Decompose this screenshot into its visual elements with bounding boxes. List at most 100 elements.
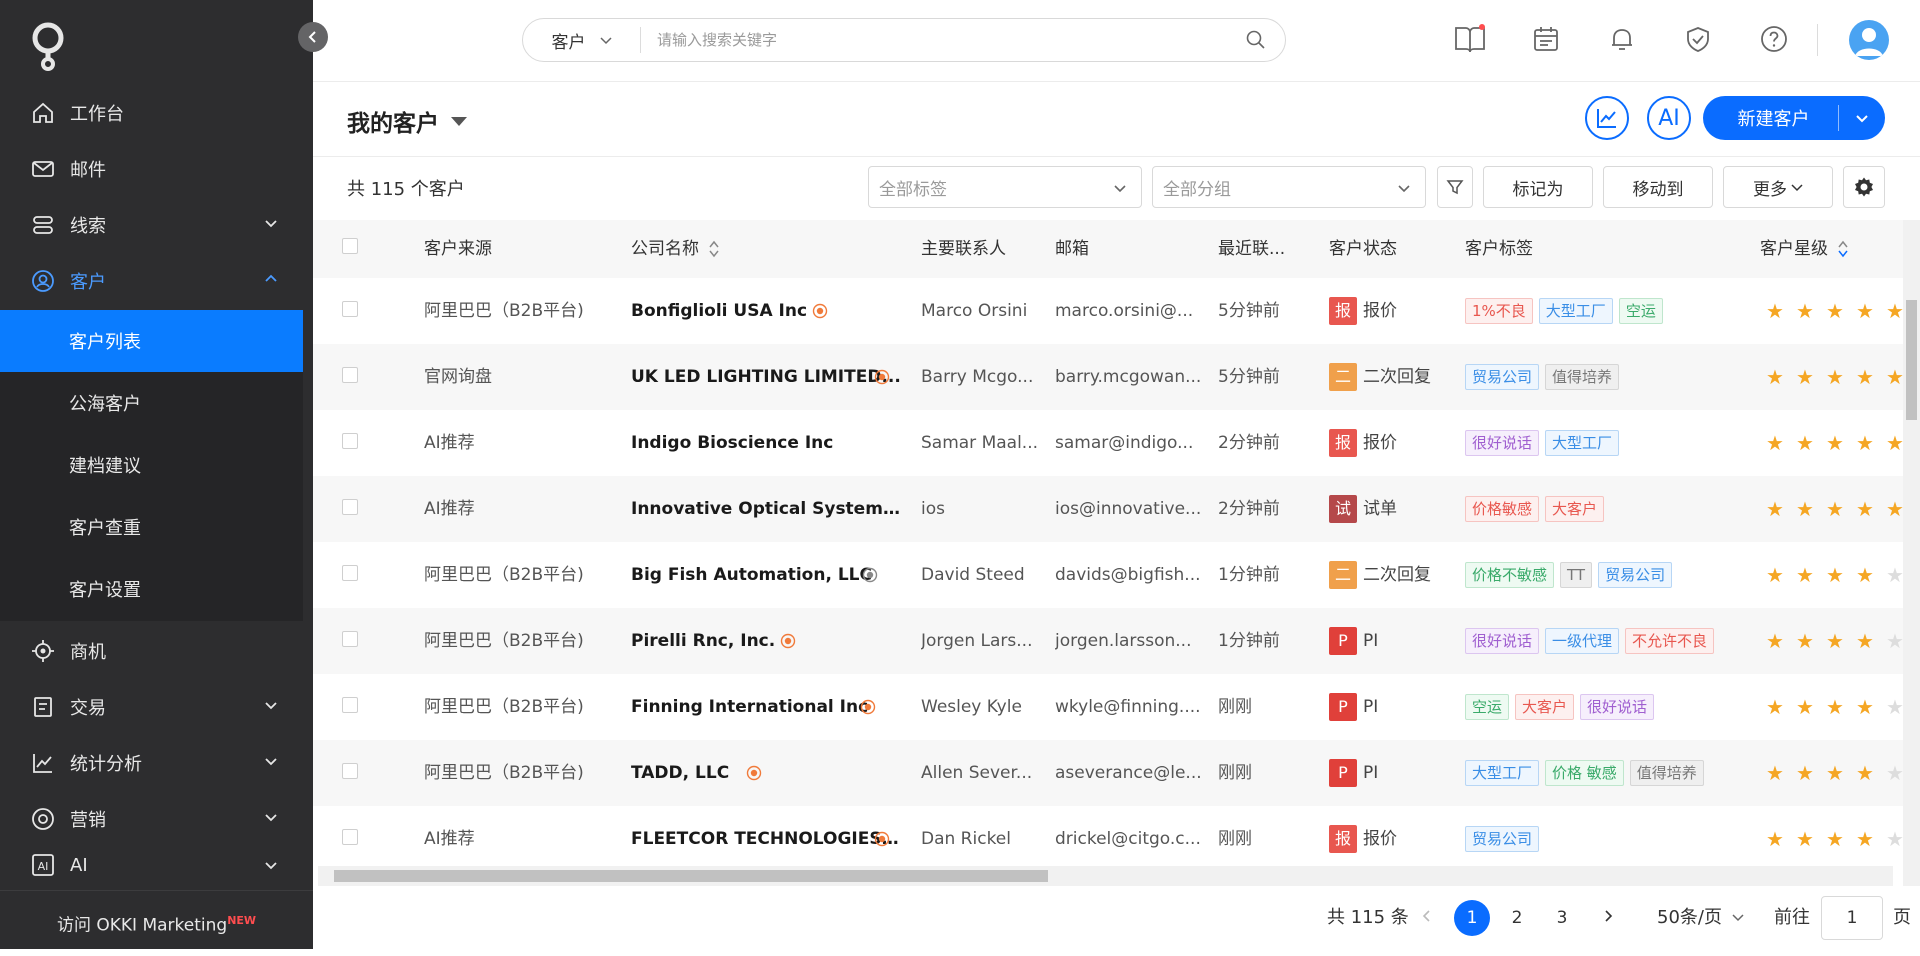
customer-tag[interactable]: 价格不敏感 xyxy=(1465,562,1555,588)
sidebar-subitem-filing-suggestions[interactable]: 建档建议 xyxy=(0,434,303,496)
cell-company[interactable]: Pirelli Rnc, Inc. xyxy=(631,608,903,674)
star-icon[interactable]: ★ xyxy=(1850,740,1880,806)
customer-tag[interactable]: 很好说话 xyxy=(1580,694,1655,720)
sidebar-subitem-duplicate-check[interactable]: 客户查重 xyxy=(0,496,303,558)
customer-tag[interactable]: 值得培养 xyxy=(1545,364,1620,390)
star-icon[interactable]: ★ xyxy=(1790,476,1820,542)
customer-tag[interactable]: 价格 敏感 xyxy=(1545,760,1624,786)
star-icon[interactable]: ★ xyxy=(1820,278,1850,344)
column-header-tags[interactable]: 客户标签 xyxy=(1465,220,1533,278)
select-all-checkbox[interactable] xyxy=(342,238,358,254)
star-icon[interactable]: ★ xyxy=(1760,476,1790,542)
star-icon[interactable]: ★ xyxy=(1820,806,1850,872)
scrollbar-thumb[interactable] xyxy=(1906,300,1917,420)
security-shield-icon[interactable] xyxy=(1681,22,1715,56)
customer-tag[interactable]: 大客户 xyxy=(1545,496,1605,522)
collapse-sidebar-button[interactable] xyxy=(298,22,328,52)
star-icon[interactable]: ★ xyxy=(1820,476,1850,542)
ai-button[interactable]: AI xyxy=(1647,96,1691,140)
sidebar-item-workbench[interactable]: 工作台 xyxy=(0,85,303,141)
star-icon[interactable]: ★ xyxy=(1790,674,1820,740)
sidebar-item-opportunity[interactable]: 商机 xyxy=(0,623,303,679)
more-button[interactable]: 更多 xyxy=(1723,166,1833,208)
cell-rating[interactable]: ★ ★ ★ ★ ★ xyxy=(1760,608,1905,674)
page-2-button[interactable]: 2 xyxy=(1499,900,1535,936)
star-icon[interactable]: ★ xyxy=(1790,608,1820,674)
cell-rating[interactable]: ★ ★ ★ ★ ★ xyxy=(1760,278,1905,344)
table-row[interactable]: 官网询盘 UK LED LIGHTING LIMITED... Barry Mcgo… xyxy=(313,344,1904,410)
customer-tag[interactable]: 很好说话 xyxy=(1465,430,1540,456)
star-icon[interactable]: ★ xyxy=(1880,542,1905,608)
star-icon[interactable]: ★ xyxy=(1790,542,1820,608)
star-icon[interactable]: ★ xyxy=(1820,542,1850,608)
sidebar-item-ai[interactable]: AI AI xyxy=(0,847,303,883)
table-row[interactable]: 阿里巴巴（B2B平台) Finning International Inc Wesl… xyxy=(313,674,1905,740)
sidebar-item-leads[interactable]: 线索 xyxy=(0,197,303,253)
group-filter-select[interactable]: 全部分组 xyxy=(1152,166,1426,208)
table-row[interactable]: 阿里巴巴（B2B平台) TADD, LLC Allen Sever... asever… xyxy=(313,740,1905,806)
settings-button[interactable] xyxy=(1843,166,1885,208)
star-icon[interactable]: ★ xyxy=(1850,476,1880,542)
star-icon[interactable]: ★ xyxy=(1760,542,1790,608)
page-title[interactable]: 我的客户 xyxy=(347,104,467,138)
sidebar-subitem-customer-list[interactable]: 客户列表 xyxy=(0,310,303,372)
cell-company[interactable]: UK LED LIGHTING LIMITED... xyxy=(631,344,903,410)
table-row[interactable]: 阿里巴巴（B2B平台) Bonfiglioli USA Inc Marco Orsi… xyxy=(313,278,1905,344)
new-customer-button[interactable]: 新建客户 xyxy=(1703,96,1885,140)
star-icon[interactable]: ★ xyxy=(1760,740,1790,806)
cell-rating[interactable]: ★ ★ ★ ★ ★ xyxy=(1760,740,1905,806)
horizontal-scrollbar[interactable] xyxy=(318,866,1893,886)
star-icon[interactable]: ★ xyxy=(1760,410,1790,476)
row-checkbox[interactable] xyxy=(342,499,358,515)
star-icon[interactable]: ★ xyxy=(1790,344,1820,410)
star-icon[interactable]: ★ xyxy=(1850,344,1880,410)
table-row[interactable]: 阿里巴巴（B2B平台) Pirelli Rnc, Inc. Jorgen Lars.… xyxy=(313,608,1905,674)
vertical-scrollbar[interactable] xyxy=(1903,220,1920,886)
page-size-select[interactable]: 50条/页 xyxy=(1657,900,1744,936)
customer-tag[interactable]: 大型工厂 xyxy=(1545,430,1620,456)
star-icon[interactable]: ★ xyxy=(1850,608,1880,674)
row-checkbox[interactable] xyxy=(342,367,358,383)
star-icon[interactable]: ★ xyxy=(1760,278,1790,344)
star-icon[interactable]: ★ xyxy=(1790,278,1820,344)
sidebar-item-analytics[interactable]: 统计分析 xyxy=(0,735,303,791)
star-icon[interactable]: ★ xyxy=(1880,806,1905,872)
cell-rating[interactable]: ★ ★ ★ ★ ★ xyxy=(1760,476,1905,542)
avatar[interactable] xyxy=(1849,20,1889,60)
cell-email[interactable]: wkyle@finning.... xyxy=(1055,674,1205,740)
star-icon[interactable]: ★ xyxy=(1850,542,1880,608)
star-icon[interactable]: ★ xyxy=(1790,740,1820,806)
cell-email[interactable]: davids@bigfish... xyxy=(1055,542,1205,608)
column-header-recent-contact[interactable]: 最近联... xyxy=(1218,220,1285,278)
row-checkbox[interactable] xyxy=(342,763,358,779)
customer-tag[interactable]: 大客户 xyxy=(1515,694,1575,720)
customer-tag[interactable]: TT xyxy=(1560,562,1593,588)
star-icon[interactable]: ★ xyxy=(1880,476,1905,542)
customer-tag[interactable]: 不允许不良 xyxy=(1625,628,1715,654)
sidebar-subitem-customer-settings[interactable]: 客户设置 xyxy=(0,558,303,620)
table-row[interactable]: 阿里巴巴（B2B平台) Big Fish Automation, LLC David… xyxy=(313,542,1905,608)
notification-bell-icon[interactable] xyxy=(1605,22,1639,56)
app-logo-icon[interactable] xyxy=(28,20,68,72)
customer-tag[interactable]: 很好说话 xyxy=(1465,628,1540,654)
customer-tag[interactable]: 空运 xyxy=(1465,694,1510,720)
star-icon[interactable]: ★ xyxy=(1820,344,1850,410)
star-icon[interactable]: ★ xyxy=(1850,674,1880,740)
star-icon[interactable]: ★ xyxy=(1880,740,1905,806)
cell-email[interactable]: drickel@citgo.c... xyxy=(1055,806,1205,872)
row-checkbox[interactable] xyxy=(342,433,358,449)
tags-filter-select[interactable]: 全部标签 xyxy=(868,166,1142,208)
customer-tag[interactable]: 值得培养 xyxy=(1629,760,1704,786)
sidebar-item-deals[interactable]: 交易 xyxy=(0,679,303,735)
cell-company[interactable]: Innovative Optical Systems Inc... xyxy=(631,476,903,542)
next-page-button[interactable] xyxy=(1601,900,1615,936)
cell-company[interactable]: Bonfiglioli USA Inc xyxy=(631,278,903,344)
sidebar-item-marketing[interactable]: 营销 xyxy=(0,791,303,847)
star-icon[interactable]: ★ xyxy=(1880,410,1905,476)
column-header-contact[interactable]: 主要联系人 xyxy=(921,220,1006,278)
star-icon[interactable]: ★ xyxy=(1820,608,1850,674)
cell-rating[interactable]: ★ ★ ★ ★ ★ xyxy=(1760,674,1905,740)
page-3-button[interactable]: 3 xyxy=(1544,900,1580,936)
star-icon[interactable]: ★ xyxy=(1880,674,1905,740)
cell-company[interactable]: Indigo Bioscience Inc xyxy=(631,410,903,476)
